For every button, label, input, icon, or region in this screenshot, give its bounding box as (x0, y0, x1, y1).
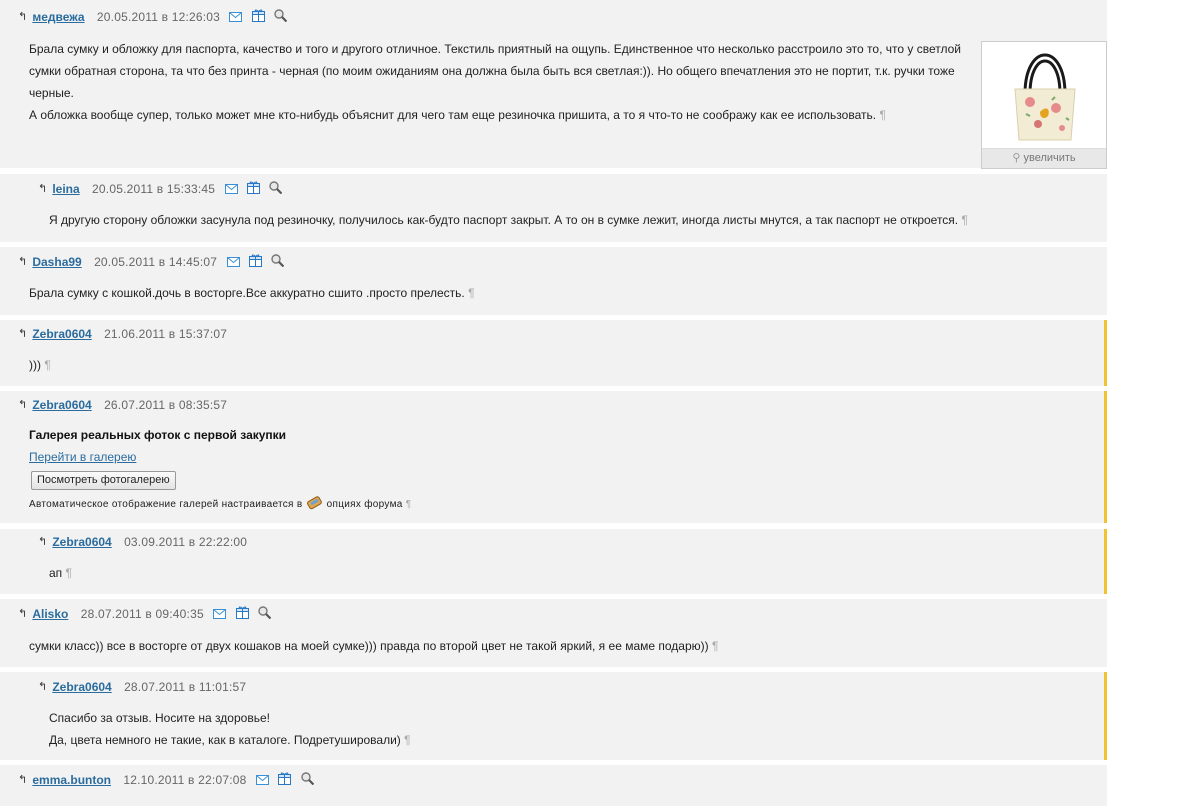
mail-icon[interactable] (255, 773, 269, 789)
post-text-line: сумки класс)) все в восторге от двух кош… (29, 639, 709, 653)
product-thumbnail[interactable]: ⚲ увеличить (981, 41, 1107, 169)
pilcrow-icon: ¶ (961, 213, 968, 227)
post-date: 28.07.2011 в 11:01:57 (124, 680, 247, 694)
reply-arrow-icon[interactable]: ↰ (18, 397, 28, 413)
post-date: 28.07.2011 в 09:40:35 (80, 607, 204, 621)
post-date: 12.10.2011 в 22:07:08 (123, 773, 247, 787)
pilcrow-icon: ¶ (44, 358, 51, 372)
pilcrow-icon: ¶ (468, 286, 475, 300)
post-date: 21.06.2011 в 15:37:07 (104, 327, 228, 341)
author-link[interactable]: Alisko (32, 607, 68, 621)
post-text-line: ап (49, 566, 63, 580)
post-date: 20.05.2011 в 15:33:45 (92, 182, 216, 196)
forum-options-link[interactable]: опциях форума (327, 499, 403, 510)
pilcrow-icon: ¶ (711, 639, 719, 653)
mail-icon[interactable] (229, 10, 243, 26)
pilcrow-icon: ¶ (879, 108, 886, 122)
view-gallery-button[interactable]: Посмотреть фотогалерею (31, 471, 176, 490)
post-date: 20.05.2011 в 14:45:07 (94, 255, 218, 269)
author-link[interactable]: медвежа (32, 10, 84, 24)
post-text-line: Брала сумку и обложку для паспорта, каче… (29, 42, 961, 56)
gift-icon[interactable] (278, 772, 292, 789)
gift-icon[interactable] (248, 254, 262, 271)
comment-post: ↰ Zebra0604 21.06.2011 в 15:37:07 ))) ¶ (0, 320, 1107, 386)
post-text-line: ))) (29, 358, 41, 372)
author-link[interactable]: Zebra0604 (32, 327, 91, 341)
post-date: 03.09.2011 в 22:22:00 (124, 535, 248, 549)
post-text-line: А обложка вообще супер, только может мне… (29, 108, 877, 122)
pilcrow-icon: ¶ (404, 733, 411, 747)
comment-post: ↰ Zebra0604 28.07.2011 в 11:01:57 Спасиб… (0, 672, 1107, 760)
forum-options-icon (306, 495, 324, 514)
post-date: 20.05.2011 в 12:26:03 (96, 10, 221, 24)
author-link[interactable]: Zebra0604 (52, 680, 111, 694)
post-text-line: Я другую сторону обложки засунула под ре… (49, 213, 959, 227)
reply-arrow-icon[interactable]: ↰ (38, 679, 48, 695)
comment-post: ↰ медвежа 20.05.2011 в 12:26:03 Брала су… (0, 0, 1107, 169)
zoom-link[interactable]: ⚲ увеличить (982, 148, 1106, 168)
reply-arrow-icon[interactable]: ↰ (18, 606, 28, 622)
mail-icon[interactable] (213, 607, 227, 623)
pilcrow-icon: ¶ (405, 499, 412, 511)
bag-image (1014, 53, 1076, 141)
author-link[interactable]: Dasha99 (32, 255, 81, 269)
reply-arrow-icon[interactable]: ↰ (18, 254, 28, 270)
pilcrow-icon: ¶ (65, 566, 72, 580)
post-text-line: Да, цвета немного не такие, как в катало… (49, 733, 401, 747)
zoom-icon: ⚲ (1012, 152, 1021, 164)
reply-arrow-icon[interactable]: ↰ (18, 9, 28, 25)
zoom-label: увеличить (1023, 152, 1076, 164)
comment-post: ↰ Dasha99 20.05.2011 в 14:45:07 Брала су… (0, 247, 1107, 315)
mail-icon[interactable] (224, 182, 238, 198)
author-link[interactable]: Zebra0604 (52, 535, 111, 549)
post-text-line: сумки обратная сторона, та что без принт… (29, 64, 955, 78)
author-link[interactable]: emma.bunton (32, 773, 111, 787)
gallery-link[interactable]: Перейти в галерею (29, 450, 136, 464)
comment-post: ↰ Alisko 28.07.2011 в 09:40:35 сумки кла… (0, 599, 1107, 667)
comment-post: ↰ emma.bunton 12.10.2011 в 22:07:08 (0, 765, 1107, 806)
search-icon[interactable] (271, 254, 285, 271)
gift-icon[interactable] (251, 9, 265, 26)
post-text-line: черные. (29, 86, 74, 100)
gallery-note: Автоматическое отображение галерей настр… (29, 499, 303, 511)
author-link[interactable]: Zebra0604 (32, 398, 91, 412)
post-text-line: Брала сумку с кошкой.дочь в восторге.Все… (29, 286, 465, 300)
gift-icon[interactable] (246, 181, 260, 198)
reply-arrow-icon[interactable]: ↰ (18, 772, 28, 788)
search-icon[interactable] (274, 9, 288, 26)
author-link[interactable]: leina (52, 182, 79, 196)
search-icon[interactable] (269, 181, 283, 198)
gallery-title: Галерея реальных фоток с первой закупки (29, 428, 287, 442)
comment-post: ↰ Zebra0604 26.07.2011 в 08:35:57 Галере… (0, 391, 1107, 523)
post-date: 26.07.2011 в 08:35:57 (104, 398, 228, 412)
search-icon[interactable] (258, 606, 272, 623)
comment-post: ↰ leina 20.05.2011 в 15:33:45 Я другую с… (0, 174, 1107, 242)
mail-icon[interactable] (226, 255, 240, 271)
post-text-line: Спасибо за отзыв. Носите на здоровье! (49, 711, 270, 725)
reply-arrow-icon[interactable]: ↰ (38, 181, 48, 197)
gift-icon[interactable] (235, 606, 249, 623)
reply-arrow-icon[interactable]: ↰ (18, 326, 28, 342)
search-icon[interactable] (300, 772, 314, 789)
comment-post: ↰ Zebra0604 03.09.2011 в 22:22:00 ап ¶ (0, 529, 1107, 594)
reply-arrow-icon[interactable]: ↰ (38, 534, 48, 550)
